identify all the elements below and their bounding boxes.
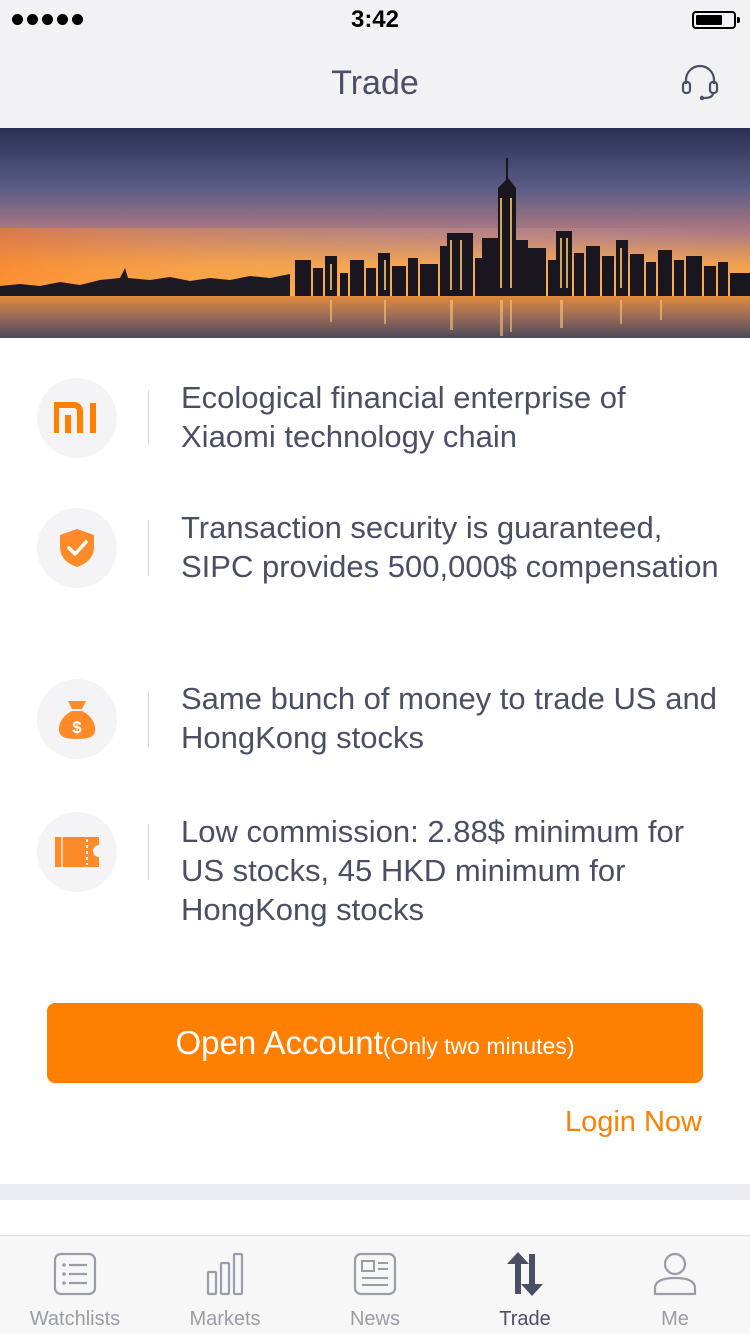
tab-news[interactable]: News: [300, 1236, 450, 1335]
section-separator: [0, 1184, 750, 1200]
list-icon: [53, 1252, 97, 1296]
battery-icon: [692, 11, 740, 29]
shield-check-icon: [37, 508, 117, 588]
open-account-button[interactable]: Open Account (Only two minutes): [47, 1003, 703, 1083]
nav-bar: Trade: [0, 40, 750, 128]
newspaper-icon: [353, 1252, 397, 1296]
feature-text: Low commission: 2.88$ minimum for US sto…: [181, 814, 685, 927]
status-time: 3:42: [350, 6, 400, 33]
bar-chart-icon: [206, 1252, 244, 1296]
feature-text: Transaction security is guaranteed, SIPC…: [181, 510, 719, 584]
tab-label: Trade: [499, 1308, 551, 1330]
tab-watchlists[interactable]: Watchlists: [0, 1236, 150, 1335]
feature-item: Low commission: 2.88$ minimum for US sto…: [0, 812, 750, 932]
svg-text:$: $: [72, 718, 82, 737]
ticket-icon: [37, 812, 117, 892]
hero-skyline-image: [0, 128, 750, 338]
person-icon: [653, 1252, 697, 1296]
divider: [148, 824, 149, 880]
divider: [148, 520, 149, 576]
page-title: Trade: [331, 64, 419, 102]
trade-arrows-icon: [507, 1252, 543, 1296]
open-account-label: Open Account: [175, 1024, 383, 1061]
tab-me[interactable]: Me: [600, 1236, 750, 1335]
open-account-note: (Only two minutes): [382, 1032, 575, 1059]
feature-text: Ecological financial enterprise of Xiaom…: [181, 380, 626, 454]
feature-item: Ecological financial enterprise of Xiaom…: [0, 378, 750, 468]
tab-label: Markets: [189, 1308, 261, 1330]
tab-trade[interactable]: Trade: [450, 1236, 600, 1335]
divider: [148, 390, 149, 446]
money-bag-icon: $: [37, 679, 117, 759]
tab-label: Watchlists: [29, 1308, 121, 1330]
tab-bar: Watchlists Markets News Trade Me: [0, 1235, 750, 1334]
mi-logo-icon: [37, 378, 117, 458]
feature-item: Transaction security is guaranteed, SIPC…: [0, 508, 750, 628]
tab-label: News: [349, 1308, 400, 1330]
status-bar: 3:42: [0, 0, 750, 40]
tab-markets[interactable]: Markets: [150, 1236, 300, 1335]
divider: [148, 691, 149, 747]
tab-label: Me: [661, 1308, 689, 1330]
feature-text: Same bunch of money to trade US and Hong…: [181, 681, 717, 755]
feature-item: $ Same bunch of money to trade US and Ho…: [0, 679, 750, 759]
headset-icon[interactable]: [680, 62, 720, 102]
login-now-link[interactable]: Login Now: [565, 1106, 702, 1139]
